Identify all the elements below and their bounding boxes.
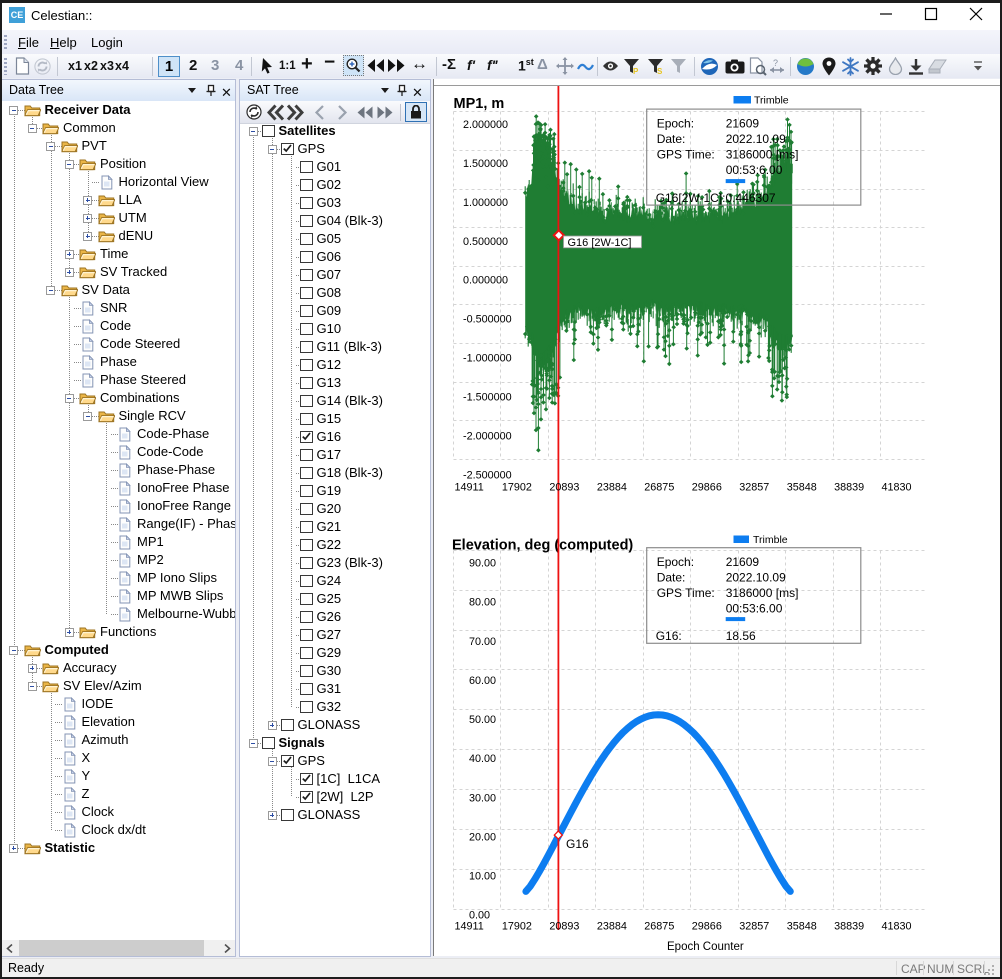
svg-text:3186000 [ms]: 3186000 [ms] [725, 586, 798, 600]
svg-text:32857: 32857 [739, 482, 769, 494]
svg-text:17902: 17902 [502, 482, 532, 494]
svg-text:-2.000000: -2.000000 [463, 431, 512, 443]
svg-text:26875: 26875 [644, 482, 674, 494]
svg-text:14911: 14911 [454, 921, 483, 933]
svg-text:S: S [657, 67, 663, 75]
svg-text:20893: 20893 [549, 482, 579, 494]
svg-text:GPS Time:: GPS Time: [656, 148, 714, 162]
svg-text:0.000000: 0.000000 [463, 275, 508, 287]
svg-text:-2.500000: -2.500000 [463, 470, 512, 482]
svg-text:Trimble: Trimble [753, 534, 788, 546]
svg-text:G16[2W-1C]:0.446307: G16[2W-1C]:0.446307 [655, 191, 775, 205]
svg-text:90.00: 90.00 [469, 558, 496, 570]
svg-text:GPS Time:: GPS Time: [656, 586, 714, 600]
svg-text:Epoch:: Epoch: [656, 117, 693, 131]
svg-text:P: P [633, 67, 639, 75]
svg-text:MP1, m: MP1, m [453, 96, 504, 112]
svg-text:2022.10.09: 2022.10.09 [725, 132, 785, 146]
svg-text:?: ? [773, 58, 778, 68]
svg-text:2.000000: 2.000000 [463, 119, 508, 131]
svg-text:35848: 35848 [786, 482, 816, 494]
svg-text:-1.000000: -1.000000 [463, 353, 512, 365]
svg-text:35848: 35848 [786, 921, 816, 933]
svg-text:23884: 23884 [597, 482, 627, 494]
svg-text:70.00: 70.00 [469, 636, 496, 648]
svg-text:21609: 21609 [725, 555, 759, 569]
svg-text:21609: 21609 [725, 117, 759, 131]
svg-text:1.500000: 1.500000 [463, 158, 508, 170]
svg-text:00:53:6.00: 00:53:6.00 [725, 602, 782, 616]
svg-text:00:53:6.00: 00:53:6.00 [725, 163, 782, 177]
svg-text:32857: 32857 [739, 921, 769, 933]
svg-text:Date:: Date: [656, 571, 685, 585]
svg-text:60.00: 60.00 [469, 675, 496, 687]
svg-text:G16 [2W-1C]: G16 [2W-1C] [567, 237, 631, 249]
svg-text:1.000000: 1.000000 [463, 197, 508, 209]
svg-text:20893: 20893 [549, 921, 579, 933]
svg-text:2022.10.09: 2022.10.09 [725, 571, 785, 585]
svg-text:G16:: G16: [655, 629, 681, 643]
svg-text:41830: 41830 [881, 482, 911, 494]
svg-text:18.56: 18.56 [725, 629, 755, 643]
svg-text:0.500000: 0.500000 [463, 236, 508, 248]
svg-text:38839: 38839 [834, 482, 864, 494]
svg-text:Date:: Date: [656, 132, 685, 146]
svg-text:Trimble: Trimble [754, 94, 789, 106]
svg-text:Epoch Counter: Epoch Counter [667, 941, 744, 953]
svg-text:14911: 14911 [454, 482, 483, 494]
svg-text:Elevation, deg (computed): Elevation, deg (computed) [452, 538, 633, 554]
svg-text:41830: 41830 [881, 921, 911, 933]
svg-text:20.00: 20.00 [469, 831, 496, 843]
svg-text:40.00: 40.00 [469, 753, 496, 765]
svg-text:3186000 [ms]: 3186000 [ms] [725, 148, 798, 162]
svg-text:Epoch:: Epoch: [656, 555, 693, 569]
svg-text:-0.500000: -0.500000 [463, 314, 512, 326]
svg-text:26875: 26875 [644, 921, 674, 933]
svg-text:38839: 38839 [834, 921, 864, 933]
svg-text:23884: 23884 [597, 921, 627, 933]
svg-text:10.00: 10.00 [469, 871, 496, 883]
svg-text:29866: 29866 [691, 921, 721, 933]
svg-text:30.00: 30.00 [469, 792, 496, 804]
svg-text:50.00: 50.00 [469, 714, 496, 726]
svg-text:G16: G16 [566, 837, 589, 851]
svg-text:80.00: 80.00 [469, 597, 496, 609]
svg-text:-1.500000: -1.500000 [463, 392, 512, 404]
svg-text:29866: 29866 [691, 482, 721, 494]
svg-text:17902: 17902 [502, 921, 532, 933]
